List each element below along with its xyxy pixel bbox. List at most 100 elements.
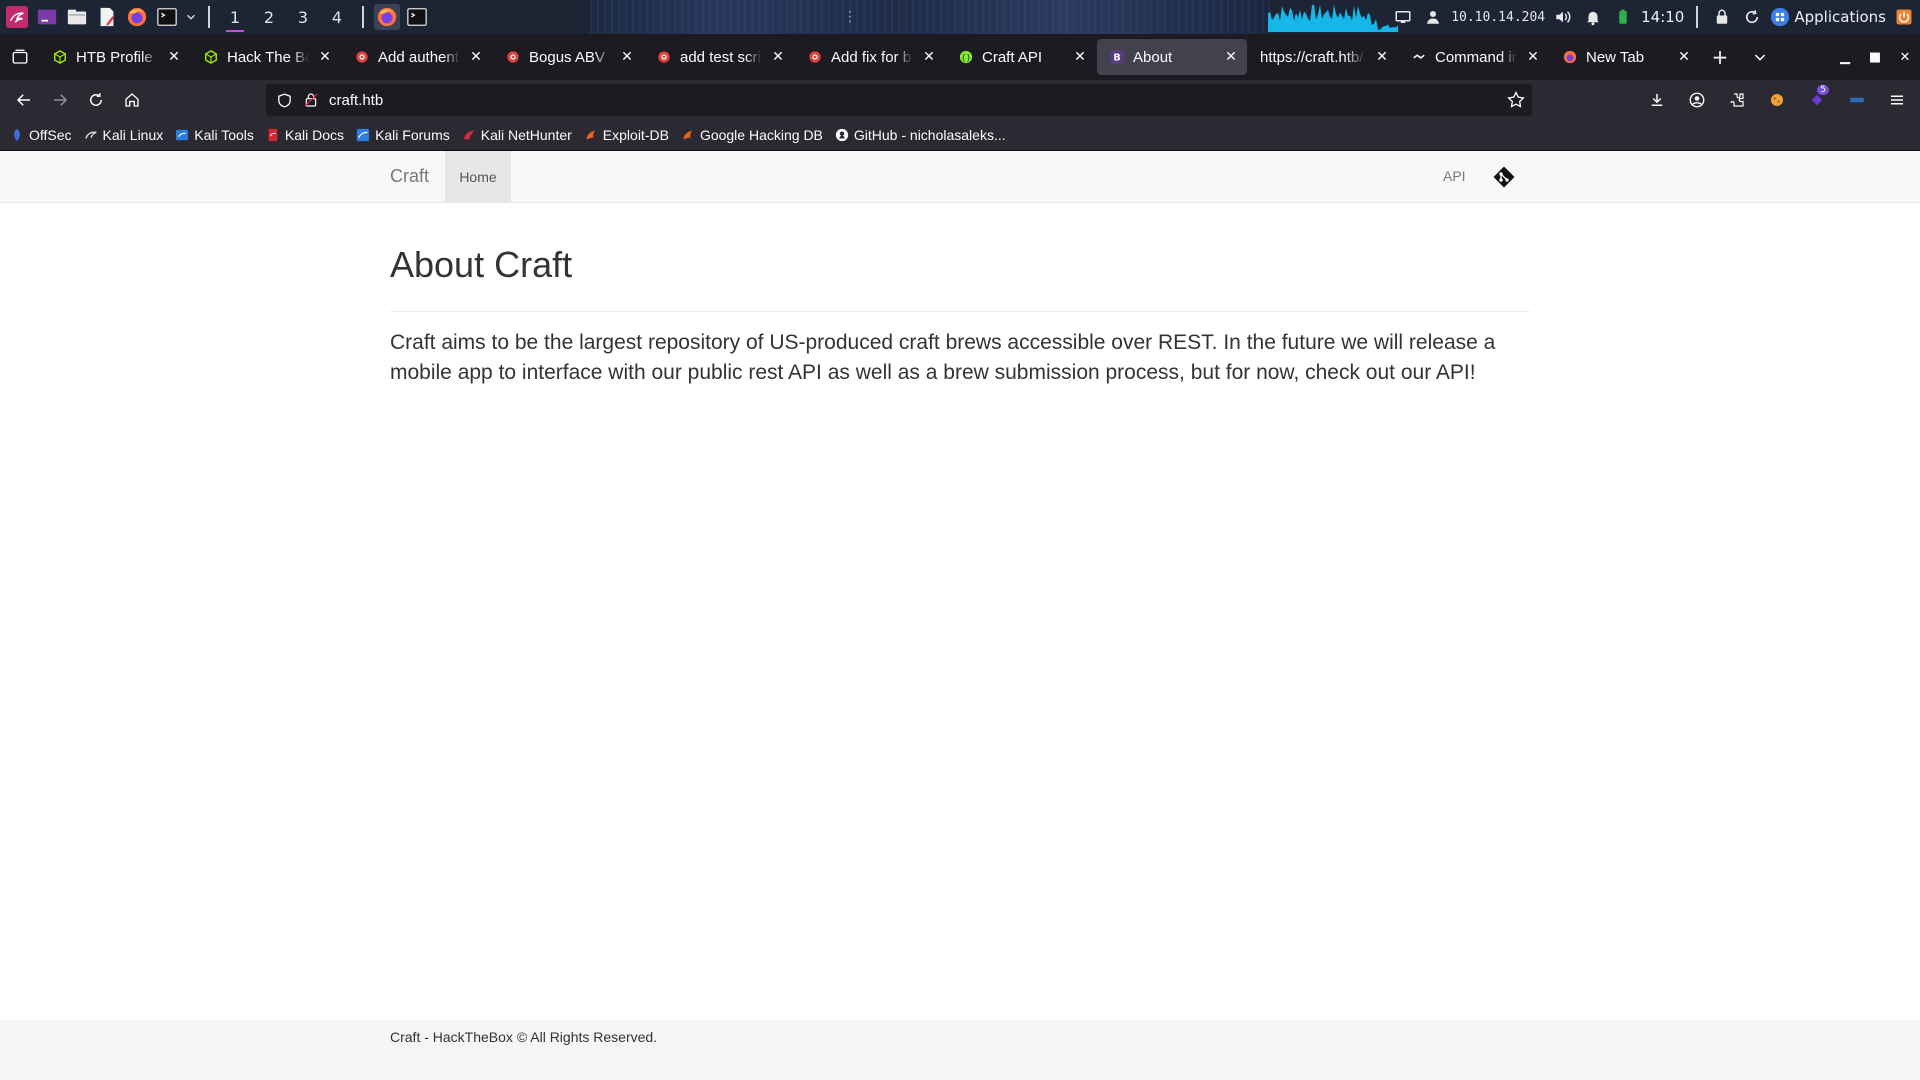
bookmark-label: Kali Forums — [375, 127, 450, 143]
site-brand[interactable]: Craft — [390, 166, 429, 187]
nav-home-link[interactable]: Home — [445, 151, 511, 202]
tab-title: Add authentication — [378, 48, 460, 66]
tab-close-icon[interactable]: ✕ — [619, 49, 635, 65]
downloads-icon[interactable] — [1638, 84, 1676, 116]
firefox-window-icon[interactable] — [374, 4, 400, 30]
gogs-icon — [656, 49, 672, 65]
nav-api-link[interactable]: API — [1443, 168, 1466, 184]
taskbar-separator — [362, 6, 364, 28]
notification-bell-icon[interactable] — [1581, 5, 1605, 29]
bookmark-5[interactable]: Kali NetHunter — [462, 127, 572, 143]
bookmark-3[interactable]: Kali Docs — [266, 127, 344, 143]
tab-5[interactable]: Add fix for bogus ABV ✕ — [795, 39, 945, 75]
bookmark-6[interactable]: Exploit-DB — [584, 127, 669, 143]
applications-menu[interactable]: Applications — [1770, 7, 1886, 27]
tab-title: HTB Profile | HTB — [76, 48, 158, 66]
bookmark-8[interactable]: GitHub - nicholasaleks... — [835, 127, 1006, 143]
extensions-puzzle-icon[interactable] — [1718, 84, 1756, 116]
hamburger-menu-icon[interactable] — [1878, 84, 1916, 116]
offsec-icon — [10, 128, 24, 142]
back-arrow-icon[interactable] — [6, 84, 42, 116]
address-bar[interactable]: craft.htb — [266, 84, 1532, 116]
bookmark-1[interactable]: Kali Linux — [84, 127, 163, 143]
extension-badge-count: 5 — [1817, 85, 1829, 95]
list-all-tabs-icon[interactable] — [0, 34, 40, 80]
maximize-icon[interactable]: ■ — [1860, 42, 1890, 72]
refresh-session-icon[interactable] — [1740, 5, 1764, 29]
forward-arrow-icon[interactable] — [42, 84, 78, 116]
display-icon[interactable] — [1391, 5, 1415, 29]
kali-docs-icon — [266, 128, 280, 142]
bookmark-7[interactable]: Google Hacking DB — [681, 127, 823, 143]
terminal-launcher-icon[interactable] — [34, 4, 60, 30]
drag-handle-icon[interactable]: ⋮ — [843, 9, 857, 25]
about-paragraph: Craft aims to be the largest repository … — [390, 331, 1496, 384]
tab-1[interactable]: Hack The Box :: Hack The Box ✕ — [191, 39, 341, 75]
container-extension-icon[interactable] — [1838, 84, 1876, 116]
kali-menu-icon[interactable] — [4, 4, 30, 30]
tab-8[interactable]: https://craft.htb/ ✕ — [1248, 39, 1398, 75]
terminal-window-icon[interactable] — [404, 4, 430, 30]
bookmark-4[interactable]: Kali Forums — [356, 127, 450, 143]
clock[interactable]: 14:10 — [1641, 8, 1684, 26]
tab-close-icon[interactable]: ✕ — [468, 49, 484, 65]
tab-7[interactable]: B About ✕ — [1097, 39, 1247, 75]
swagger-icon: {} — [958, 49, 974, 65]
tab-9[interactable]: Command injection ✕ — [1399, 39, 1549, 75]
bookmark-0[interactable]: OffSec — [10, 127, 72, 143]
extension-badge-icon[interactable]: 5 — [1798, 84, 1836, 116]
workspace-3[interactable]: 3 — [288, 0, 318, 34]
bookmark-label: OffSec — [29, 127, 72, 143]
tab-2[interactable]: Add authentication ✕ — [342, 39, 492, 75]
tab-6[interactable]: {} Craft API ✕ — [946, 39, 1096, 75]
bookmark-label: Exploit-DB — [602, 127, 669, 143]
shield-icon[interactable] — [276, 92, 293, 109]
kali-tools-icon — [175, 128, 189, 142]
tab-3[interactable]: Bogus ABV values ✕ — [493, 39, 643, 75]
tabs-container: HTB Profile | HTB✕Hack The Box :: Hack T… — [40, 39, 1700, 75]
firefox-launcher-icon[interactable] — [124, 4, 150, 30]
minimize-icon[interactable]: ▁ — [1830, 42, 1860, 72]
home-icon[interactable] — [114, 84, 150, 116]
git-repo-icon[interactable] — [1492, 165, 1516, 189]
power-icon[interactable] — [1892, 5, 1916, 29]
tab-10[interactable]: New Tab ✕ — [1550, 39, 1700, 75]
file-manager-icon[interactable] — [64, 4, 90, 30]
tab-close-icon[interactable]: ✕ — [317, 49, 333, 65]
bookmark-label: Kali Tools — [194, 127, 254, 143]
close-window-icon[interactable]: ✕ — [1890, 42, 1920, 72]
tab-close-icon[interactable]: ✕ — [1374, 49, 1390, 65]
workspace-4[interactable]: 4 — [322, 0, 352, 34]
workspace-2[interactable]: 2 — [254, 0, 284, 34]
tab-4[interactable]: add test script ✕ — [644, 39, 794, 75]
tab-close-icon[interactable]: ✕ — [770, 49, 786, 65]
tab-close-icon[interactable]: ✕ — [1223, 49, 1239, 65]
tab-close-icon[interactable]: ✕ — [1525, 49, 1541, 65]
text-editor-icon[interactable] — [94, 4, 120, 30]
bookmark-2[interactable]: Kali Tools — [175, 127, 254, 143]
lock-screen-icon[interactable] — [1710, 5, 1734, 29]
reload-icon[interactable] — [78, 84, 114, 116]
account-icon[interactable] — [1678, 84, 1716, 116]
firefox-icon — [1562, 49, 1578, 65]
cookie-extension-icon[interactable] — [1758, 84, 1796, 116]
terminal-emulator-icon[interactable] — [154, 4, 180, 30]
tab-close-icon[interactable]: ✕ — [166, 49, 182, 65]
bootstrap-icon: B — [1109, 49, 1125, 65]
footer-text: Craft - HackTheBox © All Rights Reserved… — [390, 1029, 658, 1045]
vpn-user-icon — [1421, 5, 1445, 29]
tab-overflow-chevron-icon[interactable] — [1740, 39, 1780, 75]
bookmark-star-icon[interactable] — [1506, 90, 1526, 110]
workspace-1[interactable]: 1 — [220, 0, 250, 34]
battery-icon[interactable] — [1611, 5, 1635, 29]
tab-close-icon[interactable]: ✕ — [1676, 49, 1692, 65]
chevron-down-icon[interactable] — [184, 4, 198, 30]
lock-icon[interactable] — [303, 92, 319, 108]
url-text[interactable]: craft.htb — [329, 92, 383, 109]
tab-0[interactable]: HTB Profile | HTB ✕ — [40, 39, 190, 75]
site-navbar: Craft Home API — [0, 151, 1920, 203]
new-tab-button[interactable]: + — [1700, 39, 1740, 75]
tab-close-icon[interactable]: ✕ — [1072, 49, 1088, 65]
tab-close-icon[interactable]: ✕ — [921, 49, 937, 65]
volume-icon[interactable] — [1551, 5, 1575, 29]
